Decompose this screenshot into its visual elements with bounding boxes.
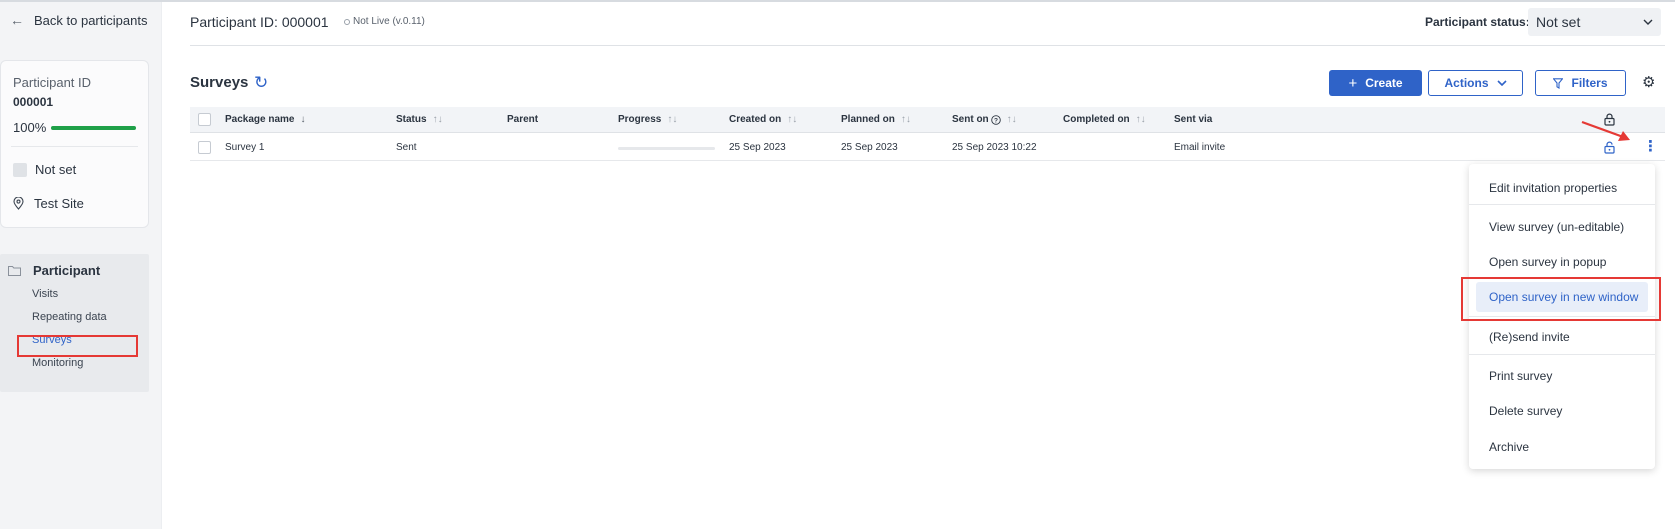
- menu-item-resend-invite[interactable]: (Re)send invite: [1489, 330, 1570, 344]
- row-checkbox[interactable]: [198, 141, 211, 154]
- column-label: Sent on: [952, 114, 989, 125]
- menu-item-print-survey[interactable]: Print survey: [1489, 369, 1552, 383]
- sort-icon: ↑↓: [787, 114, 798, 125]
- participant-progress-bar: [51, 126, 136, 130]
- menu-item-archive[interactable]: Archive: [1489, 440, 1529, 454]
- table-header: Package name ↓ Status ↑↓ Parent Progress…: [190, 107, 1665, 133]
- sort-icon: ↑↓: [1006, 114, 1017, 125]
- participant-site-row: Test Site: [13, 196, 84, 211]
- chevron-down-icon: [1496, 80, 1507, 86]
- cell-planned-on: 25 Sep 2023: [841, 142, 898, 153]
- column-label: Created on: [729, 114, 782, 125]
- cell-package-name: Survey 1: [225, 142, 265, 153]
- status-checkbox-icon: [13, 162, 27, 177]
- menu-item-open-in-popup[interactable]: Open survey in popup: [1489, 255, 1606, 269]
- column-package-name[interactable]: Package name ↓: [225, 114, 306, 125]
- nav-heading: Participant: [8, 263, 100, 278]
- actions-button-label: Actions: [1444, 76, 1489, 90]
- column-label: Progress: [618, 114, 662, 125]
- plus-icon: +: [1348, 74, 1358, 92]
- create-button-label: Create: [1365, 76, 1403, 90]
- arrow-left-icon: ←: [10, 12, 24, 28]
- participant-status-label: Participant status:: [1425, 15, 1530, 29]
- live-status: Not Live (v.0.11): [344, 16, 425, 27]
- column-parent: Parent: [507, 114, 538, 125]
- nav-heading-label: Participant: [33, 263, 101, 278]
- sort-icon: ↑↓: [667, 114, 678, 125]
- cell-sent-via: Email invite: [1174, 142, 1226, 153]
- main-content: Participant ID: 000001 Not Live (v.0.11)…: [190, 2, 1665, 529]
- help-circle-icon: ?: [990, 114, 1001, 125]
- survey-context-menu: Edit invitation properties View survey (…: [1461, 164, 1661, 469]
- column-label: Completed on: [1063, 114, 1130, 125]
- column-sent-on[interactable]: Sent on ? ↑↓: [952, 114, 1017, 125]
- participant-progress-fill: [51, 126, 136, 130]
- column-status[interactable]: Status ↑↓: [396, 114, 443, 125]
- annotation-arrow-icon: [1581, 120, 1630, 141]
- surveys-heading: Surveys: [190, 74, 249, 91]
- menu-item-edit-invitation-properties[interactable]: Edit invitation properties: [1489, 181, 1617, 195]
- menu-item-view-survey[interactable]: View survey (un-editable): [1489, 220, 1624, 234]
- column-sent-via: Sent via: [1174, 114, 1212, 125]
- column-label: Package name: [225, 114, 295, 125]
- location-pin-icon: [13, 197, 24, 210]
- filters-button[interactable]: Filters: [1535, 70, 1626, 96]
- refresh-icon[interactable]: ↻: [254, 74, 268, 92]
- menu-item-delete-survey[interactable]: Delete survey: [1489, 404, 1562, 418]
- cell-progress-bar: [618, 147, 715, 150]
- participant-id-label: Participant ID: [13, 75, 92, 90]
- sort-icon: ↑↓: [900, 114, 911, 125]
- cell-sent-on: 25 Sep 2023 10:22: [952, 142, 1037, 153]
- menu-divider: [1469, 204, 1655, 205]
- chevron-down-icon: [1643, 19, 1653, 25]
- filters-button-label: Filters: [1571, 76, 1608, 90]
- column-label: Status: [396, 114, 427, 125]
- live-status-dot-icon: [344, 18, 350, 25]
- participant-card: Participant ID 000001 100% Not set Test …: [0, 60, 149, 228]
- svg-text:?: ?: [994, 117, 998, 124]
- back-to-participants-link[interactable]: ← Back to participants: [10, 12, 147, 28]
- column-progress[interactable]: Progress ↑↓: [618, 114, 677, 125]
- column-label: Sent via: [1174, 114, 1213, 125]
- sort-desc-icon: ↓: [300, 114, 306, 125]
- table-row[interactable]: Survey 1 Sent 25 Sep 2023 25 Sep 2023 25…: [190, 134, 1665, 161]
- sidebar-item-repeating-data[interactable]: Repeating data: [32, 311, 107, 323]
- participant-header: Participant ID: 000001 Not Live (v.0.11)…: [190, 2, 1665, 46]
- annotation-highlight-surveys: [17, 335, 138, 357]
- back-label: Back to participants: [34, 12, 148, 28]
- more-options-icon[interactable]: ⋮: [1643, 139, 1658, 155]
- column-completed-on[interactable]: Completed on ↑↓: [1063, 114, 1146, 125]
- participant-status-text: Not set: [35, 162, 77, 177]
- select-all-checkbox[interactable]: [198, 113, 211, 126]
- participant-id-value: 000001: [13, 95, 54, 109]
- column-planned-on[interactable]: Planned on ↑↓: [841, 114, 911, 125]
- column-created-on[interactable]: Created on ↑↓: [729, 114, 797, 125]
- live-status-text: Not Live (v.0.11): [353, 16, 425, 27]
- sidebar: ← Back to participants Participant ID 00…: [0, 2, 162, 529]
- folder-icon: [8, 266, 21, 276]
- cell-status: Sent: [396, 142, 417, 153]
- card-divider: [11, 146, 138, 147]
- participant-status-select[interactable]: Not set: [1528, 8, 1661, 36]
- participant-progress-text: 100%: [13, 120, 47, 135]
- page-title: Participant ID: 000001: [190, 14, 329, 30]
- sidebar-item-visits[interactable]: Visits: [32, 288, 58, 300]
- create-button[interactable]: + Create: [1329, 70, 1422, 96]
- column-label: Parent: [507, 114, 539, 125]
- sort-icon: ↑↓: [1135, 114, 1146, 125]
- participant-status-select-value: Not set: [1536, 14, 1581, 30]
- sidebar-item-monitoring[interactable]: Monitoring: [32, 357, 83, 369]
- participant-status-row: Not set: [13, 162, 76, 177]
- sort-icon: ↑↓: [432, 114, 443, 125]
- participant-nav: Participant Visits Repeating data Survey…: [0, 254, 149, 392]
- annotation-highlight-new-window: [1461, 277, 1661, 321]
- column-label: Planned on: [841, 114, 895, 125]
- cell-created-on: 25 Sep 2023: [729, 142, 786, 153]
- menu-divider: [1469, 354, 1655, 355]
- filter-icon: [1553, 77, 1564, 89]
- participant-site-text: Test Site: [34, 196, 84, 211]
- actions-button[interactable]: Actions: [1428, 70, 1523, 96]
- gear-icon[interactable]: ⚙: [1642, 73, 1655, 91]
